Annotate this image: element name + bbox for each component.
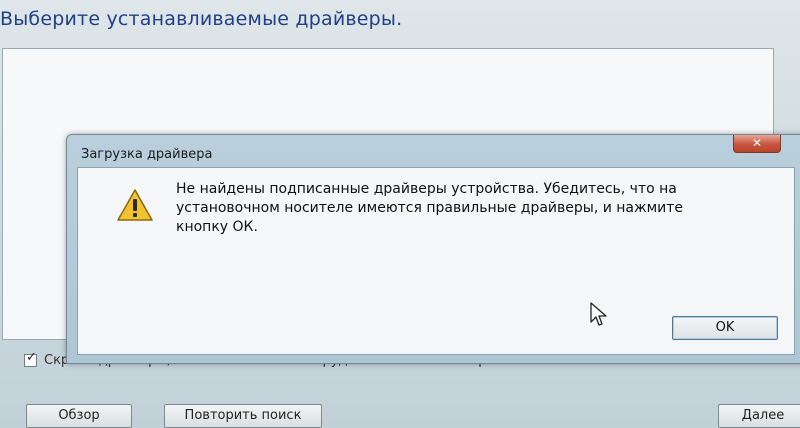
close-button[interactable]: ✕ [733,135,781,153]
close-icon: ✕ [751,136,763,150]
message-line: Не найдены подписанные драйверы устройст… [176,181,677,197]
hide-incompatible-checkbox[interactable]: ✓ [24,349,37,367]
mouse-cursor-icon [590,302,607,326]
load-driver-dialog: Загрузка драйвера ✕ Не найдены подписанн… [66,134,800,364]
warning-icon [117,189,153,221]
browse-button[interactable]: Обзор [26,404,132,428]
next-button[interactable]: Далее [718,404,800,428]
checkmark-icon: ✓ [26,349,37,365]
ok-button[interactable]: OK [672,316,778,340]
dialog-content: Не найдены подписанные драйверы устройст… [77,167,795,355]
rescan-button[interactable]: Повторить поиск [164,404,322,428]
page-title: Выберите устанавливаемые драйверы. [0,8,403,30]
message-line: установочном носителе имеются правильные… [176,200,684,216]
dialog-title: Загрузка драйвера [81,147,213,162]
message-line: кнопку ОК. [176,219,258,235]
dialog-message: Не найдены подписанные драйверы устройст… [176,180,736,237]
